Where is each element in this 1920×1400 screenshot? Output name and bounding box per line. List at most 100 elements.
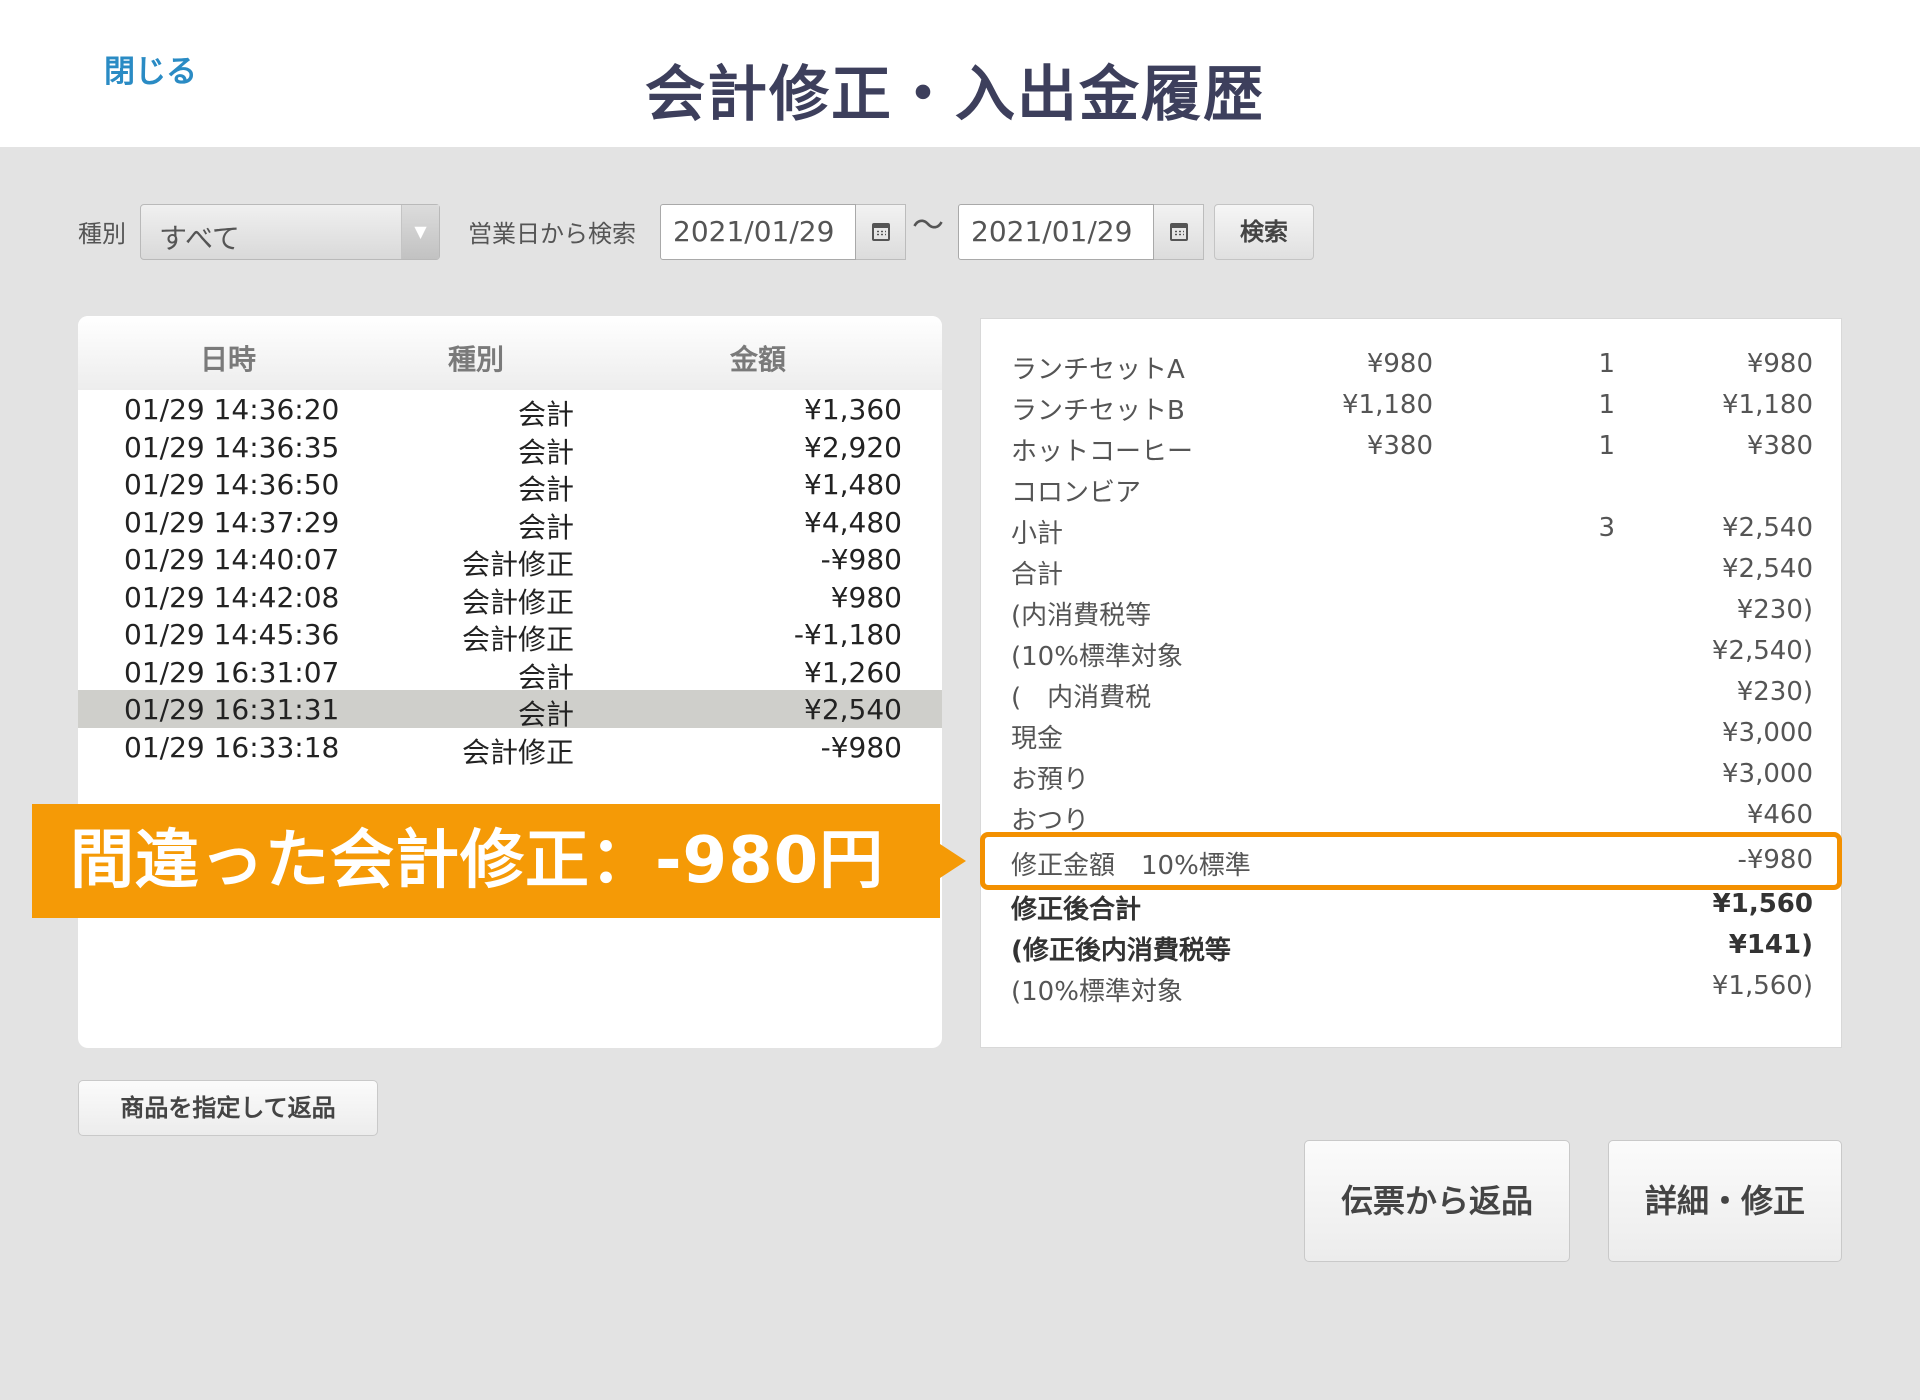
row-datetime: 01/29 14:40:07 [124, 543, 340, 576]
list-item: 修正後合計 ¥1,560 [981, 887, 1843, 925]
list-item: 小計 3 ¥2,540 [981, 511, 1843, 549]
table-row[interactable]: 01/29 14:36:50 会計 ¥1,480 [78, 465, 942, 506]
item-name: (10%標準対象 [1011, 642, 1183, 672]
row-amount: -¥980 [820, 543, 902, 576]
list-item: (内消費税等 ¥230) [981, 593, 1843, 631]
list-item: (修正後内消費税等 ¥141) [981, 928, 1843, 966]
column-header-type: 種別 [448, 343, 505, 376]
table-row[interactable]: 01/29 16:33:18 会計修正 -¥980 [78, 728, 942, 769]
table-row[interactable]: 01/29 14:36:20 会計 ¥1,360 [78, 390, 942, 431]
column-header-datetime: 日時 [200, 343, 257, 376]
list-item: コロンビア [981, 470, 1843, 508]
row-amount: ¥2,920 [804, 430, 902, 464]
item-name: 現金 [1011, 724, 1064, 754]
row-amount: -¥1,180 [793, 618, 902, 651]
page-title: 会計修正・入出金履歴 [645, 60, 1265, 130]
return-by-slip-button[interactable]: 伝票から返品 [1304, 1140, 1570, 1262]
item-price: ¥380 [1366, 431, 1433, 461]
row-amount: ¥4,480 [804, 505, 902, 539]
callout-pointer [940, 844, 966, 878]
date-range-separator: 〜 [912, 206, 945, 244]
list-item: (10%標準対象 ¥1,560) [981, 969, 1843, 1007]
item-total: ¥3,000 [1722, 759, 1813, 789]
row-amount: -¥980 [820, 730, 902, 764]
header: 閉じる 会計修正・入出金履歴 [0, 0, 1920, 147]
row-type: 会計修正 [461, 735, 574, 769]
item-name: コロンビア [1011, 478, 1142, 508]
item-name: ランチセットB [1011, 396, 1185, 426]
type-filter-label: 種別 [78, 220, 126, 248]
row-datetime: 01/29 14:36:35 [124, 430, 340, 464]
date-from-calendar-button[interactable] [856, 204, 906, 260]
item-name: 合計 [1011, 560, 1064, 590]
table-row[interactable]: 01/29 16:31:07 会計 ¥1,260 [78, 653, 942, 694]
type-select[interactable]: すべて ▼ [140, 204, 440, 260]
item-total: ¥2,540 [1722, 554, 1813, 584]
item-qty: 1 [1598, 431, 1615, 461]
row-amount: ¥1,480 [804, 468, 902, 501]
calendar-icon [871, 223, 890, 241]
item-name: 修正後合計 [1011, 895, 1142, 925]
item-total: ¥1,560) [1711, 971, 1813, 1001]
search-button[interactable]: 検索 [1214, 204, 1314, 260]
list-item: ( 内消費税 ¥230) [981, 675, 1843, 713]
list-rows: 01/29 14:36:20 会計 ¥1,360 01/29 14:36:35 会計 ¥2… [78, 390, 942, 769]
table-row[interactable]: 01/29 14:42:08 会計修正 ¥980 [78, 578, 942, 619]
item-name: お預り [1011, 765, 1090, 795]
detail-edit-button[interactable]: 詳細・修正 [1608, 1140, 1842, 1262]
row-datetime: 01/29 16:33:18 [124, 730, 340, 764]
row-amount: ¥1,260 [804, 655, 902, 689]
item-total: ¥230) [1736, 595, 1813, 625]
item-total: ¥230) [1736, 677, 1813, 707]
return-by-item-button[interactable]: 商品を指定して返品 [78, 1080, 378, 1136]
list-item: お預り ¥3,000 [981, 757, 1843, 795]
list-item: 現金 ¥3,000 [981, 716, 1843, 754]
item-name: (内消費税等 [1011, 601, 1152, 631]
table-row[interactable]: 01/29 14:36:35 会計 ¥2,920 [78, 428, 942, 469]
item-total: ¥2,540) [1711, 636, 1813, 666]
row-datetime: 01/29 14:37:29 [124, 505, 340, 539]
list-item: おつり ¥460 [981, 798, 1843, 836]
item-name: ホットコーヒー [1011, 437, 1194, 467]
item-total: ¥1,180 [1722, 390, 1813, 420]
table-row[interactable]: 01/29 14:37:29 会計 ¥4,480 [78, 503, 942, 544]
item-total: ¥1,560 [1712, 889, 1813, 919]
column-header-amount: 金額 [730, 343, 787, 376]
row-datetime: 01/29 14:45:36 [124, 618, 340, 651]
item-name: (修正後内消費税等 [1011, 936, 1231, 966]
item-total: ¥460 [1746, 800, 1813, 830]
item-qty: 3 [1598, 513, 1615, 543]
item-total: ¥2,540 [1722, 513, 1813, 543]
item-name: 小計 [1011, 519, 1064, 549]
table-row[interactable]: 01/29 14:45:36 会計修正 -¥1,180 [78, 615, 942, 656]
item-qty: 1 [1598, 390, 1615, 420]
item-total: ¥141) [1728, 930, 1813, 960]
row-amount: ¥1,360 [804, 393, 902, 426]
list-item: ランチセットB ¥1,180 1 ¥1,180 [981, 388, 1843, 426]
item-qty: 1 [1598, 349, 1615, 379]
table-row[interactable]: 01/29 16:31:31 会計 ¥2,540 [78, 690, 942, 731]
row-datetime: 01/29 14:36:20 [124, 393, 340, 426]
list-item: ランチセットA ¥980 1 ¥980 [981, 347, 1843, 385]
callout-label: 間違った会計修正：-980円 [32, 804, 940, 918]
date-to-input[interactable]: 2021/01/29 [958, 204, 1154, 260]
row-datetime: 01/29 16:31:07 [124, 655, 340, 689]
item-price: ¥980 [1366, 349, 1433, 379]
row-datetime: 01/29 14:36:50 [124, 468, 340, 501]
highlight-box [980, 832, 1842, 890]
table-row[interactable]: 01/29 14:40:07 会計修正 -¥980 [78, 540, 942, 581]
date-to-calendar-button[interactable] [1154, 204, 1204, 260]
row-datetime: 01/29 14:42:08 [124, 580, 340, 614]
chevron-down-icon: ▼ [401, 205, 439, 259]
history-list: 日時 種別 金額 01/29 14:36:20 会計 ¥1,360 01/29 14:… [78, 316, 942, 1048]
receipt-detail: ランチセットA ¥980 1 ¥980 ランチセットB ¥1,180 1 ¥1,180 ホットコ… [980, 318, 1842, 1048]
row-amount: ¥980 [830, 580, 902, 614]
list-item: ホットコーヒー ¥380 1 ¥380 [981, 429, 1843, 467]
list-header: 日時 種別 金額 [78, 316, 942, 390]
date-filter-label: 営業日から検索 [468, 220, 636, 248]
row-amount: ¥2,540 [804, 693, 902, 726]
type-select-value: すべて [159, 222, 240, 255]
item-total: ¥980 [1746, 349, 1813, 379]
item-price: ¥1,180 [1342, 390, 1433, 420]
date-from-input[interactable]: 2021/01/29 [660, 204, 856, 260]
